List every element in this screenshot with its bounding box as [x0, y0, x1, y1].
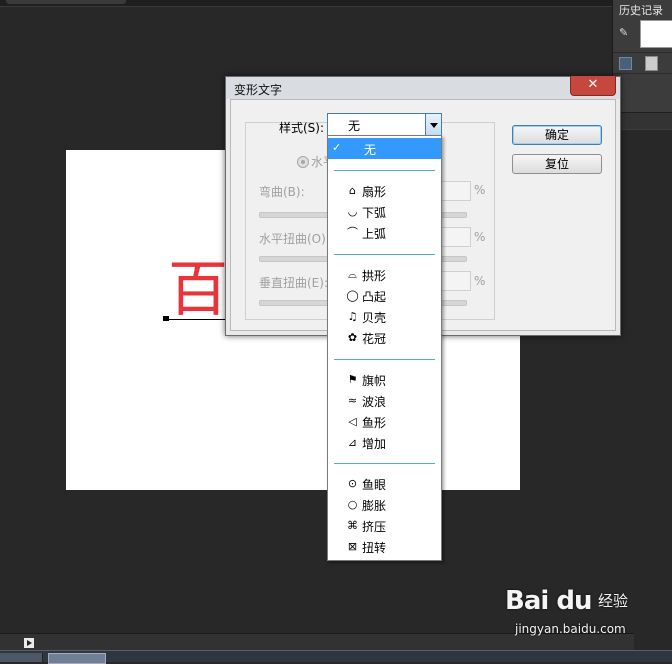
vertical-distortion-label: 垂直扭曲(E): — [259, 276, 328, 290]
option-label: 贝壳 — [362, 311, 387, 325]
option-label: 扇形 — [362, 185, 387, 199]
horizontal-distortion-label: 水平扭曲(O): — [259, 232, 330, 246]
arc-icon: ⌂ — [349, 184, 356, 197]
dropdown-option[interactable]: ⊠ 扭转 — [328, 536, 441, 557]
dropdown-option[interactable]: ○ 膨胀 — [328, 494, 441, 515]
dropdown-option[interactable]: ⚑ 旗帜 — [328, 369, 441, 390]
style-label: 样式(S): — [279, 121, 325, 135]
history-row[interactable] — [613, 52, 672, 74]
watermark-cn: 经验 — [598, 592, 629, 610]
vertical-distortion-percent: % — [474, 274, 486, 288]
fisheye-icon: ⊙ — [347, 477, 358, 490]
close-button[interactable]: ✕ — [570, 76, 616, 96]
document-tab-strip — [0, 0, 612, 7]
dropdown-separator — [334, 463, 435, 464]
fish-icon: ◁ — [348, 415, 357, 428]
twist-icon: ⊠ — [347, 540, 358, 553]
history-panel-footer — [613, 112, 672, 129]
reset-button[interactable]: 复位 — [512, 154, 602, 174]
dropdown-option-none[interactable]: ✓ 无 — [328, 138, 441, 159]
arch-icon: ⌓ — [348, 268, 357, 281]
dropdown-option[interactable]: ⌘ 挤压 — [328, 515, 441, 536]
check-icon: ✓ — [332, 141, 342, 154]
history-snapshot-thumbnail[interactable] — [640, 20, 672, 48]
bend-percent: % — [474, 183, 486, 197]
chevron-down-icon[interactable] — [425, 114, 441, 136]
baidu-jingyan-watermark: Bai du 经验 jingyan.baidu.com — [505, 586, 637, 646]
dropdown-option[interactable]: ♫ 贝壳 — [328, 306, 441, 327]
history-state-checkbox[interactable] — [619, 57, 632, 70]
dialog-titlebar[interactable]: 变形文字 ✕ — [226, 76, 620, 99]
option-label: 鱼形 — [362, 416, 387, 430]
dropdown-option[interactable]: ✿ 花冠 — [328, 327, 441, 348]
taskbar — [0, 650, 672, 664]
dropdown-option[interactable]: ◯ 凸起 — [328, 285, 441, 306]
option-label: 花冠 — [362, 332, 387, 346]
horizontal-distortion-percent: % — [474, 230, 486, 244]
option-label: 扭转 — [362, 541, 387, 555]
dropdown-option[interactable]: ⌓ 拱形 — [328, 264, 441, 285]
watermark-url: jingyan.baidu.com — [515, 622, 626, 636]
option-label: 波浪 — [362, 395, 387, 409]
ok-button[interactable]: 确定 — [512, 125, 602, 145]
flower-icon: ✿ — [347, 331, 358, 344]
close-icon: ✕ — [587, 77, 599, 92]
dropdown-option[interactable]: ◁ 鱼形 — [328, 411, 441, 432]
bulge-icon: ◯ — [346, 289, 359, 302]
dropdown-option[interactable]: ⊿ 增加 — [328, 432, 441, 453]
style-select-value: 无 — [348, 119, 361, 133]
option-label: 凸起 — [362, 290, 387, 304]
style-select[interactable]: 无 — [327, 113, 442, 137]
history-panel: 历史记录 ✎ — [612, 0, 672, 130]
dropdown-separator — [334, 170, 435, 171]
flag-icon: ⚑ — [347, 373, 358, 386]
dropdown-separator — [334, 359, 435, 360]
style-dropdown-list: ✓ 无 ⌂ 扇形 ◡ 下弧 ⌒ 上弧 ⌓ 拱形 ◯ 凸起 ♫ 贝壳 ✿ 花冠 ⚑ 旗帜 ≈ 波浪 ◁ 鱼形 ⊿ 增加 ⊙ 鱼眼 ○ 膨… — [327, 135, 442, 561]
rise-icon: ⊿ — [347, 436, 358, 449]
arc-lower-icon: ◡ — [347, 205, 358, 218]
dropdown-option[interactable]: ⌒ 上弧 — [328, 222, 441, 243]
document-tab[interactable] — [6, 0, 126, 4]
squeeze-icon: ⌘ — [347, 519, 358, 532]
option-label: 增加 — [362, 437, 387, 451]
taskbar-button-active[interactable] — [48, 653, 106, 664]
option-label: 膨胀 — [362, 499, 387, 513]
dropdown-separator — [334, 254, 435, 255]
option-label: 拱形 — [362, 269, 387, 283]
bend-label: 弯曲(B): — [259, 185, 305, 199]
dropdown-option[interactable]: ⌂ 扇形 — [328, 180, 441, 201]
inflate-icon: ○ — [347, 498, 358, 511]
option-label: 鱼眼 — [362, 478, 387, 492]
dropdown-option[interactable]: ≈ 波浪 — [328, 390, 441, 411]
brush-source-icon[interactable]: ✎ — [619, 26, 633, 40]
horizontal-radio[interactable] — [297, 156, 309, 168]
watermark-logo: Bai du — [505, 586, 592, 616]
dialog-title: 变形文字 — [234, 83, 283, 97]
text-cursor — [163, 316, 169, 321]
option-label: 下弧 — [362, 206, 387, 220]
history-panel-title: 历史记录 — [619, 4, 663, 17]
wave-icon: ≈ — [347, 394, 358, 407]
arc-upper-icon: ⌒ — [347, 226, 358, 239]
text-baseline — [167, 319, 225, 320]
dropdown-option[interactable]: ⊙ 鱼眼 — [328, 473, 441, 494]
document-icon — [645, 56, 658, 71]
option-label: 旗帜 — [362, 374, 387, 388]
play-icon[interactable] — [24, 638, 34, 648]
dropdown-option[interactable]: ◡ 下弧 — [328, 201, 441, 222]
option-label: 挤压 — [362, 520, 387, 534]
shell-icon: ♫ — [347, 310, 358, 323]
canvas-text[interactable]: 百 — [168, 258, 228, 322]
option-label: 上弧 — [362, 227, 387, 241]
option-label: 无 — [364, 143, 377, 157]
